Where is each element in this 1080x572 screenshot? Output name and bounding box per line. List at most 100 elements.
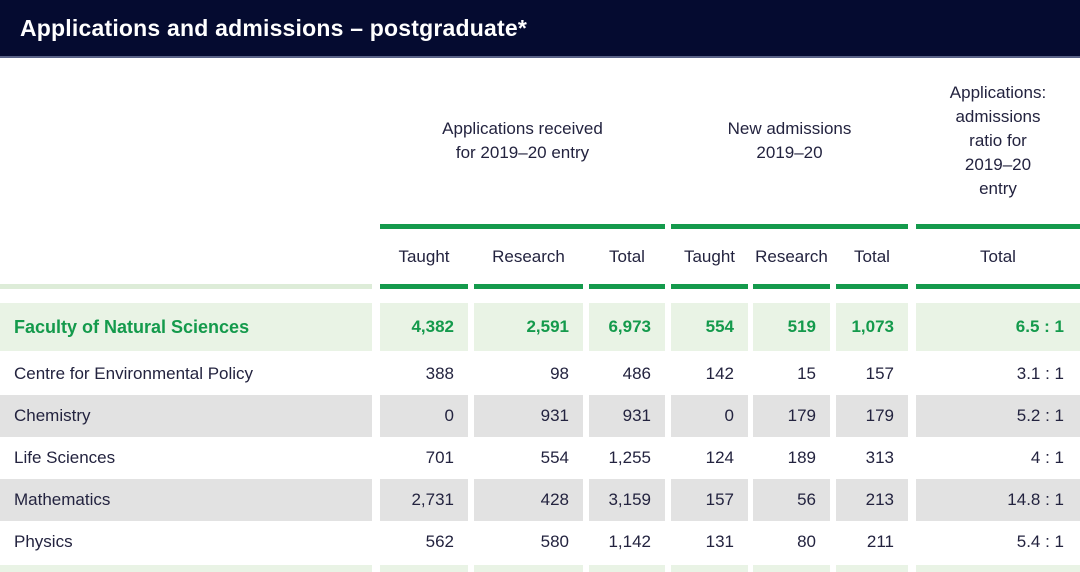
subheader-total-admissions: Total [836,247,908,267]
cell-research-applications: 2,591 [474,303,583,351]
table-row-faculty-of-natural-sciences: Faculty of Natural Sciences 4,382 2,591 … [0,303,1080,351]
row-label: Mathematics [0,479,372,521]
cell-total-applications: 1,255 [589,437,665,479]
cell-taught-applications: 0 [380,395,468,437]
green-rule [916,224,1080,229]
cell-total-applications: 931 [589,395,665,437]
cell-total-admissions: 213 [836,479,908,521]
group-header-line: Applications received [380,117,665,141]
group-header-line: admissions [916,105,1080,129]
row-label: Chemistry [0,395,372,437]
green-rule [380,224,665,229]
group-header-line: Applications: [916,81,1080,105]
cell-research-admissions: 56 [753,479,830,521]
partial-cell [0,565,372,572]
pale-green-rule [0,284,372,289]
group-header-line: New admissions [671,117,908,141]
group-header-line: 2019–20 [916,153,1080,177]
partial-cell [380,565,468,572]
cell-total-admissions: 211 [836,521,908,563]
cell-research-admissions: 15 [753,353,830,395]
header-body-gap [0,289,1080,303]
table-row-physics: Physics 562 580 1,142 131 80 211 5.4 : 1 [0,521,1080,563]
cell-taught-admissions: 131 [671,521,748,563]
partial-cell [836,565,908,572]
partial-cell [589,565,665,572]
partial-cell [753,565,830,572]
group-header-line: ratio for [916,129,1080,153]
cell-taught-applications: 4,382 [380,303,468,351]
column-subheaders: Taught Research Total Taught Research To… [0,229,1080,284]
report-page: Applications and admissions – postgradua… [0,0,1080,572]
group-header-line: 2019–20 [671,141,908,165]
table-row-chemistry: Chemistry 0 931 931 0 179 179 5.2 : 1 [0,395,1080,437]
cell-research-admissions: 519 [753,303,830,351]
row-label: Life Sciences [0,437,372,479]
group-header-line: entry [916,177,1080,201]
green-rule [671,284,748,289]
green-rule [380,284,468,289]
subheader-rules [0,284,1080,289]
cell-total-applications: 1,142 [589,521,665,563]
cell-total-admissions: 157 [836,353,908,395]
row-label: Centre for Environmental Policy [0,353,372,395]
cell-research-admissions: 80 [753,521,830,563]
cell-taught-admissions: 157 [671,479,748,521]
column-group-headers: Applications received for 2019–20 entry … [0,58,1080,224]
title-bar: Applications and admissions – postgradua… [0,0,1080,58]
group-header-new-admissions: New admissions 2019–20 [671,117,908,165]
cell-total-admissions: 179 [836,395,908,437]
cell-research-applications: 931 [474,395,583,437]
cell-taught-applications: 388 [380,353,468,395]
cell-total-applications: 486 [589,353,665,395]
cell-taught-applications: 2,731 [380,479,468,521]
green-rule [589,284,665,289]
cell-research-applications: 98 [474,353,583,395]
subheader-taught-admissions: Taught [671,247,748,267]
cell-total-applications: 6,973 [589,303,665,351]
page-title: Applications and admissions – postgradua… [20,15,527,42]
group-header-applications-received: Applications received for 2019–20 entry [380,117,665,165]
subheader-total-applications: Total [589,247,665,267]
cell-research-admissions: 179 [753,395,830,437]
green-rule [753,284,830,289]
table-row-partial-cutoff [0,565,1080,572]
green-rule [671,224,908,229]
table-row-life-sciences: Life Sciences 701 554 1,255 124 189 313 … [0,437,1080,479]
cell-research-admissions: 189 [753,437,830,479]
cell-applications-admissions-ratio: 4 : 1 [916,437,1080,479]
partial-cell [916,565,1080,572]
green-rule [836,284,908,289]
partial-cell [474,565,583,572]
cell-applications-admissions-ratio: 5.2 : 1 [916,395,1080,437]
cell-total-admissions: 1,073 [836,303,908,351]
cell-taught-admissions: 142 [671,353,748,395]
cell-research-applications: 580 [474,521,583,563]
cell-taught-admissions: 554 [671,303,748,351]
cell-taught-applications: 701 [380,437,468,479]
group-header-line: for 2019–20 entry [380,141,665,165]
subheader-research-admissions: Research [753,247,830,267]
green-rule [474,284,583,289]
cell-applications-admissions-ratio: 14.8 : 1 [916,479,1080,521]
cell-total-admissions: 313 [836,437,908,479]
green-rule [916,284,1080,289]
cell-research-applications: 554 [474,437,583,479]
cell-applications-admissions-ratio: 6.5 : 1 [916,303,1080,351]
cell-taught-admissions: 0 [671,395,748,437]
subheader-taught-applications: Taught [380,247,468,267]
cell-taught-admissions: 124 [671,437,748,479]
row-label: Physics [0,521,372,563]
group-header-applications-admissions-ratio: Applications: admissions ratio for 2019–… [916,81,1080,201]
partial-cell [671,565,748,572]
row-label: Faculty of Natural Sciences [0,303,372,351]
cell-applications-admissions-ratio: 3.1 : 1 [916,353,1080,395]
cell-taught-applications: 562 [380,521,468,563]
table-row-centre-for-environmental-policy: Centre for Environmental Policy 388 98 4… [0,353,1080,395]
table-row-mathematics: Mathematics 2,731 428 3,159 157 56 213 1… [0,479,1080,521]
cell-total-applications: 3,159 [589,479,665,521]
subheader-total-ratio: Total [916,247,1080,267]
cell-research-applications: 428 [474,479,583,521]
cell-applications-admissions-ratio: 5.4 : 1 [916,521,1080,563]
subheader-research-applications: Research [474,247,583,267]
